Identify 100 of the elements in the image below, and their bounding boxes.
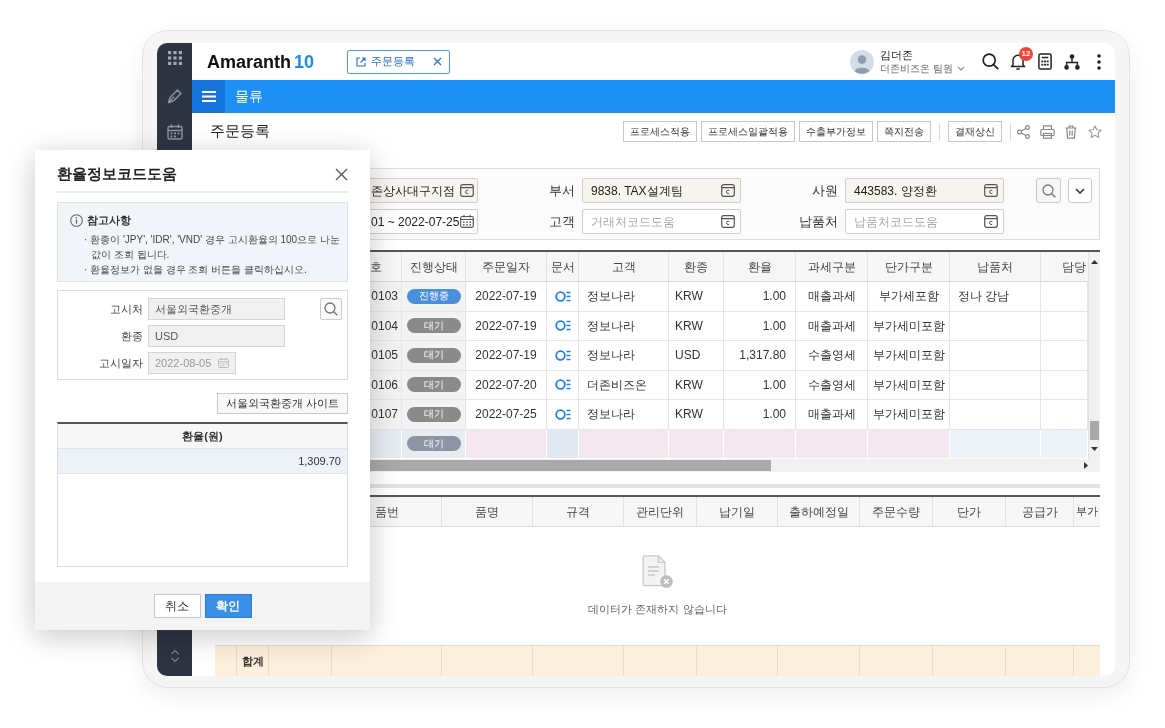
column-header: 환율 bbox=[724, 252, 796, 281]
scroll-down-icon[interactable] bbox=[1091, 447, 1098, 451]
window-icon[interactable] bbox=[460, 184, 474, 197]
user-name: 김더존 bbox=[880, 49, 915, 61]
column-header: 진행상태 bbox=[402, 252, 466, 281]
action-button[interactable]: 쪽지전송 bbox=[877, 121, 931, 142]
empty-message: 데이터가 존재하지 않습니다 bbox=[588, 602, 727, 617]
notification-badge: 12 bbox=[1019, 47, 1033, 61]
column-header: 납품처 bbox=[950, 252, 1041, 281]
scrollbar-thumb[interactable] bbox=[1090, 421, 1099, 440]
site-button[interactable]: 서울외국환중개 사이트 bbox=[216, 393, 348, 414]
circle-list-icon[interactable] bbox=[554, 349, 571, 361]
grid-row[interactable]: 1,309.70 bbox=[58, 449, 347, 474]
lookup-field[interactable]: 443583. 양정환 bbox=[845, 178, 1004, 203]
circle-list-icon[interactable] bbox=[554, 320, 571, 332]
window-icon[interactable] bbox=[984, 215, 998, 228]
column-header: 과세구분 bbox=[796, 252, 868, 281]
text-field[interactable]: 서울외국환중개 bbox=[148, 298, 285, 320]
field-label: 환종 bbox=[121, 328, 143, 344]
page-tab[interactable]: 주문등록 bbox=[347, 49, 450, 74]
info-title: 참고사항 bbox=[87, 213, 131, 228]
status-badge: 대기 bbox=[406, 406, 461, 422]
external-link-icon bbox=[356, 56, 366, 67]
column-header: 환율(원) bbox=[181, 428, 224, 444]
window-icon[interactable] bbox=[721, 184, 735, 197]
pen-icon[interactable] bbox=[166, 88, 183, 104]
window-icon[interactable] bbox=[721, 215, 735, 228]
info-icon bbox=[70, 213, 83, 227]
menu-button[interactable] bbox=[192, 80, 225, 113]
user-avatar-icon[interactable] bbox=[850, 49, 875, 74]
field-label: 고시처 bbox=[110, 301, 143, 317]
column-header: 단가 bbox=[933, 497, 1006, 526]
vertical-scrollbar[interactable] bbox=[1088, 252, 1100, 459]
column-header: 담당 bbox=[1061, 258, 1087, 276]
apps-grid-icon[interactable] bbox=[167, 51, 182, 65]
print-icon[interactable] bbox=[1039, 124, 1055, 139]
column-header: 관리단위 bbox=[624, 497, 697, 526]
calendar-icon[interactable] bbox=[166, 124, 183, 140]
search-button[interactable] bbox=[1036, 178, 1061, 203]
table-cell: 0103 bbox=[370, 282, 402, 311]
column-header: 주문수량 bbox=[860, 497, 933, 526]
status-badge: 대기 bbox=[406, 436, 461, 452]
search-button[interactable] bbox=[320, 298, 342, 320]
org-chart-icon[interactable] bbox=[1063, 53, 1080, 70]
calendar-icon[interactable] bbox=[460, 215, 474, 228]
column-header: 단가구분 bbox=[868, 252, 950, 281]
circle-list-icon[interactable] bbox=[554, 290, 571, 302]
circle-list-icon[interactable] bbox=[554, 408, 571, 420]
horizontal-scrollbar[interactable] bbox=[370, 459, 1100, 472]
user-role: 더존비즈온 팀원 bbox=[880, 63, 953, 74]
field-label: 부서 bbox=[549, 181, 575, 200]
more-icon[interactable] bbox=[1096, 53, 1101, 70]
column-header: 문서 bbox=[547, 252, 579, 281]
search-icon[interactable] bbox=[982, 53, 999, 70]
action-button[interactable]: 프로세스일괄적용 bbox=[701, 121, 795, 142]
lookup-field[interactable]: 9838. TAX설계팀 bbox=[582, 178, 741, 203]
column-header: 부가 bbox=[1075, 504, 1099, 520]
calculator-icon[interactable] bbox=[1037, 53, 1052, 70]
table-cell: 0104 bbox=[370, 311, 402, 340]
action-button[interactable]: 수출부가정보 bbox=[799, 121, 873, 142]
share-icon[interactable] bbox=[1016, 124, 1030, 139]
status-badge: 진행중 bbox=[406, 288, 461, 304]
table-cell: 0105 bbox=[370, 341, 402, 370]
menu-title: 물류 bbox=[235, 87, 263, 106]
document-error-icon bbox=[641, 555, 674, 589]
up-down-chevron-icon[interactable] bbox=[169, 648, 180, 664]
scrollbar-thumb[interactable] bbox=[370, 460, 771, 471]
field-label: 납품처 bbox=[799, 212, 838, 231]
status-badge: 대기 bbox=[406, 347, 461, 363]
table-cell: 0107 bbox=[370, 400, 402, 429]
field-label: 고시일자 bbox=[99, 355, 143, 371]
column-header: 출하예정일 bbox=[778, 497, 860, 526]
column-header: 주문일자 bbox=[466, 252, 547, 281]
cancel-button[interactable]: 취소 bbox=[153, 594, 201, 618]
table-cell: 0106 bbox=[370, 370, 402, 399]
column-header: 고객 bbox=[579, 252, 669, 281]
note-text: · 환종이 'JPY', 'IDR', 'VND' 경우 고시환율의 100으로 나눈 값이 조회 됩니다. bbox=[84, 232, 341, 262]
action-button[interactable]: 프로세스적용 bbox=[623, 121, 697, 142]
column-header: 환종 bbox=[669, 252, 724, 281]
circle-list-icon[interactable] bbox=[554, 379, 571, 391]
scroll-right-icon[interactable] bbox=[1084, 462, 1088, 469]
close-icon[interactable] bbox=[433, 57, 442, 66]
scroll-up-icon[interactable] bbox=[1091, 260, 1098, 264]
column-header: 규격 bbox=[533, 497, 624, 526]
search-icon bbox=[1041, 183, 1056, 198]
column-header: 품명 bbox=[442, 497, 533, 526]
field-label: 사원 bbox=[812, 181, 838, 200]
note-text: · 환율정보가 없을 경우 조회 버튼을 클릭하십시오. bbox=[84, 262, 308, 277]
app-logo: Amaranth 10 bbox=[207, 52, 315, 71]
text-field[interactable]: USD bbox=[148, 325, 285, 347]
page-title: 주문등록 bbox=[210, 121, 270, 142]
star-icon[interactable] bbox=[1088, 124, 1102, 139]
window-icon[interactable] bbox=[984, 184, 998, 197]
trash-icon[interactable] bbox=[1065, 124, 1077, 139]
column-header: 공급가 bbox=[1006, 497, 1074, 526]
chevron-down-icon[interactable] bbox=[957, 66, 965, 71]
close-icon[interactable] bbox=[335, 168, 348, 181]
status-badge: 대기 bbox=[406, 318, 461, 334]
expand-button[interactable] bbox=[1068, 178, 1092, 203]
action-button[interactable]: 결재상신 bbox=[948, 121, 1002, 142]
